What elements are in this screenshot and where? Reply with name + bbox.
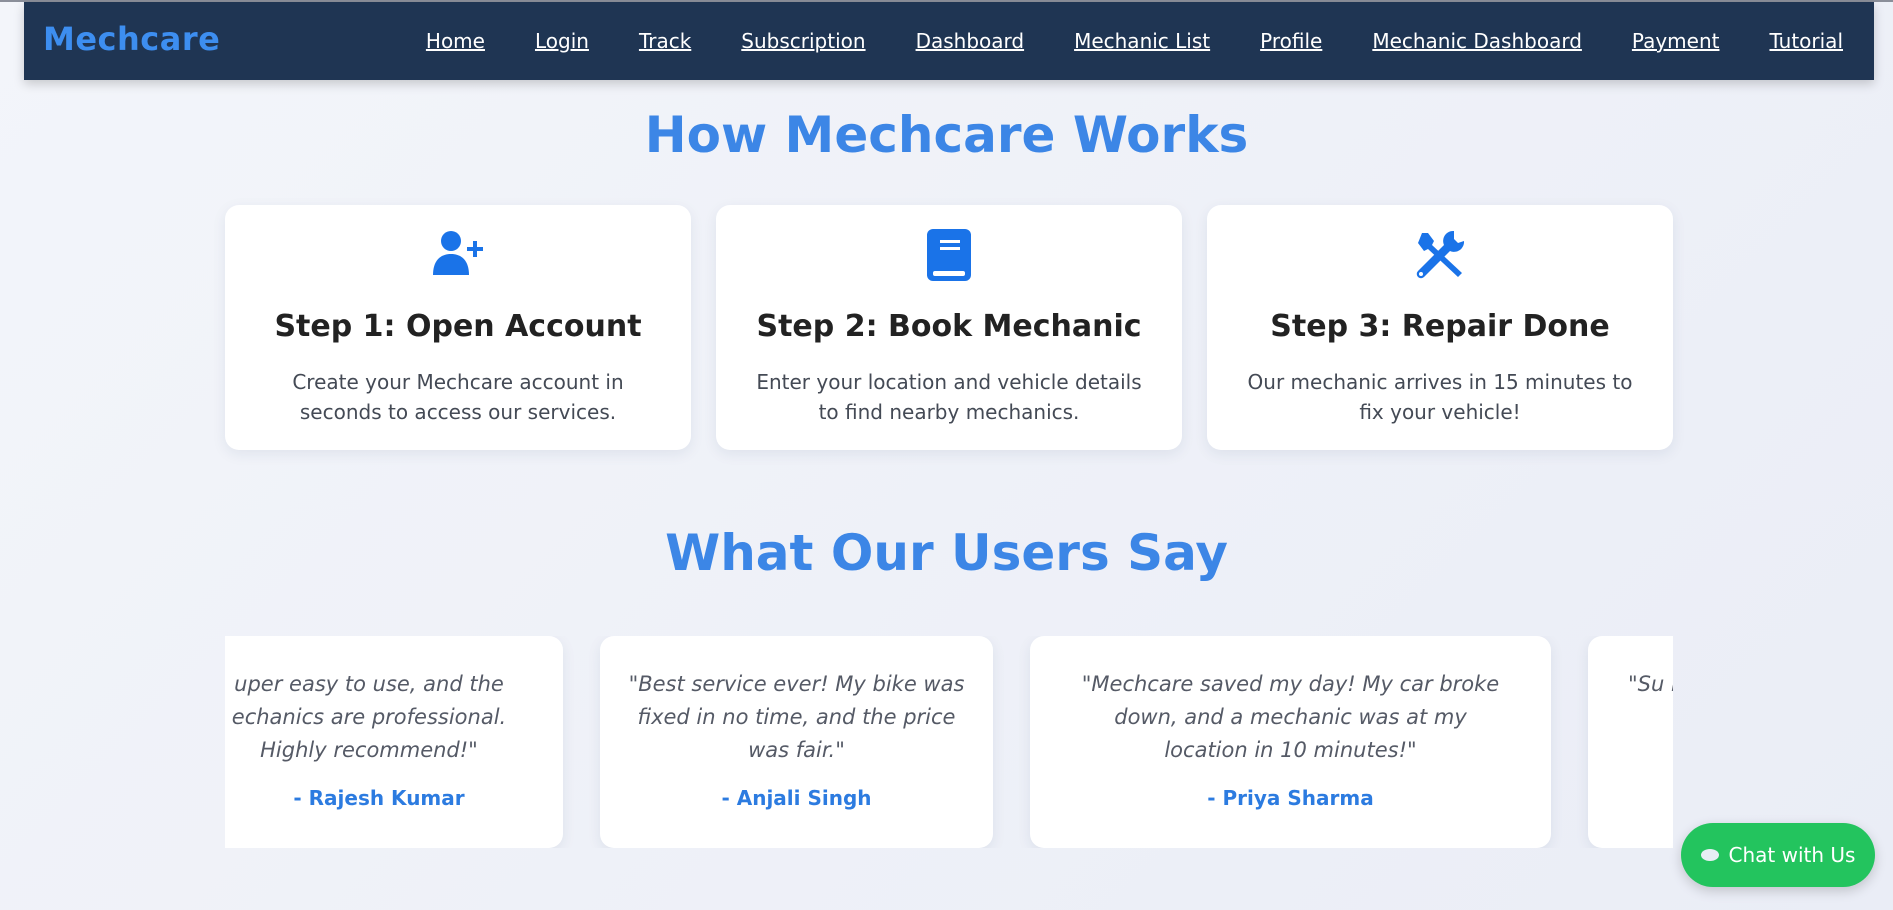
step-description: Create your Mechcare account in seconds …	[292, 370, 624, 424]
nav-link-mechanic-dashboard[interactable]: Mechanic Dashboard	[1372, 29, 1582, 53]
nav-link-payment[interactable]: Payment	[1632, 29, 1720, 53]
nav-link-mechanic-list[interactable]: Mechanic List	[1074, 29, 1210, 53]
testimonials-carousel[interactable]: uper easy to use, and the echanics are p…	[225, 636, 1673, 848]
testimonial-card: "Su me	[1588, 636, 1673, 848]
testimonials-title: What Our Users Say	[665, 524, 1228, 582]
step-title: Step 2: Book Mechanic	[756, 309, 1142, 344]
testimonial-author: - Anjali Singh	[721, 786, 872, 810]
testimonial-card: uper easy to use, and the echanics are p…	[225, 636, 563, 848]
nav-link-track[interactable]: Track	[639, 29, 691, 53]
how-it-works-title: How Mechcare Works	[644, 106, 1249, 164]
testimonial-card: "Best service ever! My bike was fixed in…	[600, 636, 993, 848]
step-description: Enter your location and vehicle details …	[756, 370, 1142, 424]
brand-logo[interactable]: Mechcare	[43, 20, 220, 58]
book-icon	[716, 229, 1182, 285]
nav-link-dashboard[interactable]: Dashboard	[916, 29, 1025, 53]
step-title: Step 1: Open Account	[274, 309, 642, 344]
step-title: Step 3: Repair Done	[1270, 309, 1610, 344]
nav-link-login[interactable]: Login	[535, 29, 589, 53]
nav-link-subscription[interactable]: Subscription	[741, 29, 865, 53]
tools-icon	[1207, 229, 1673, 285]
testimonial-quote: uper easy to use, and the echanics are p…	[231, 672, 507, 762]
testimonial-quote: "Best service ever! My bike was fixed in…	[628, 672, 965, 762]
step-card-open-account: Step 1: Open Account Create your Mechcar…	[225, 205, 691, 450]
chat-bubble-icon	[1700, 849, 1719, 861]
chat-button[interactable]: Chat with Us	[1681, 823, 1875, 887]
nav-links: Home Login Track Subscription Dashboard …	[426, 2, 1843, 80]
steps-section: Step 1: Open Account Create your Mechcar…	[225, 205, 1673, 450]
testimonial-card: "Mechcare saved my day! My car broke dow…	[1030, 636, 1551, 848]
step-description: Our mechanic arrives in 15 minutes to fi…	[1247, 370, 1633, 424]
nav-link-home[interactable]: Home	[426, 29, 485, 53]
testimonial-quote: "Mechcare saved my day! My car broke dow…	[1081, 672, 1500, 762]
testimonial-quote: "Su me	[1628, 672, 1673, 696]
testimonial-author: - Rajesh Kumar	[293, 786, 465, 810]
testimonial-author: - Priya Sharma	[1207, 786, 1374, 810]
nav-link-profile[interactable]: Profile	[1260, 29, 1322, 53]
step-card-book-mechanic: Step 2: Book Mechanic Enter your locatio…	[716, 205, 1182, 450]
user-plus-icon	[225, 229, 691, 285]
step-card-repair-done: Step 3: Repair Done Our mechanic arrives…	[1207, 205, 1673, 450]
navbar: Mechcare Home Login Track Subscription D…	[24, 2, 1874, 80]
chat-button-label: Chat with Us	[1728, 843, 1856, 867]
nav-link-tutorial[interactable]: Tutorial	[1769, 29, 1843, 53]
